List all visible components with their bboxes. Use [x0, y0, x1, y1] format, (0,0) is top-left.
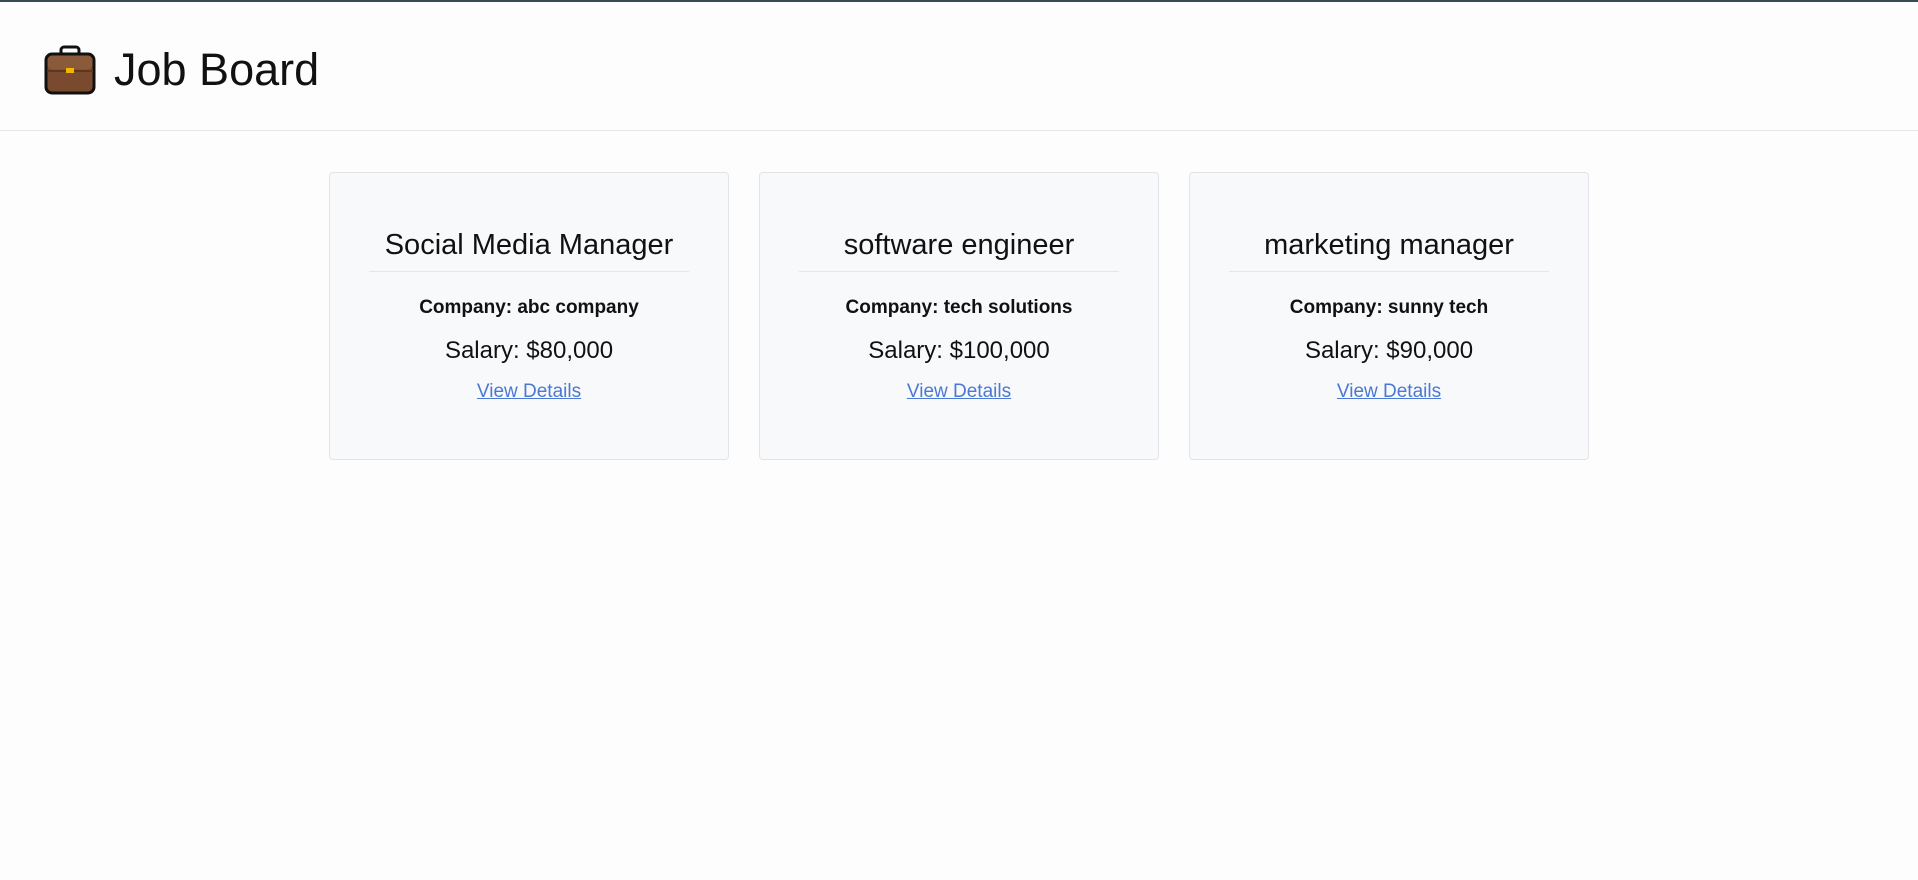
job-company: Company: tech solutions: [845, 297, 1073, 318]
job-card: software engineer Company: tech solution…: [759, 172, 1159, 460]
job-company: Company: abc company: [419, 297, 639, 318]
job-title: Social Media Manager: [369, 227, 689, 272]
view-details-link[interactable]: View Details: [907, 380, 1011, 404]
job-company: Company: sunny tech: [1289, 297, 1489, 318]
brand: Job Board: [44, 44, 319, 96]
page-title: Job Board: [114, 44, 320, 95]
job-title: marketing manager: [1229, 227, 1549, 272]
job-title: software engineer: [799, 227, 1119, 272]
job-salary: Salary: $90,000: [1304, 337, 1474, 364]
job-card: Social Media Manager Company: abc compan…: [329, 172, 729, 460]
view-details-link[interactable]: View Details: [477, 380, 581, 404]
view-details-link[interactable]: View Details: [1337, 380, 1441, 404]
job-salary: Salary: $100,000: [868, 337, 1050, 364]
job-salary: Salary: $80,000: [444, 337, 614, 364]
briefcase-icon: [44, 45, 96, 95]
job-list: Social Media Manager Company: abc compan…: [329, 172, 1589, 460]
page-header: Job Board: [0, 2, 1918, 131]
job-card: marketing manager Company: sunny tech Sa…: [1189, 172, 1589, 460]
